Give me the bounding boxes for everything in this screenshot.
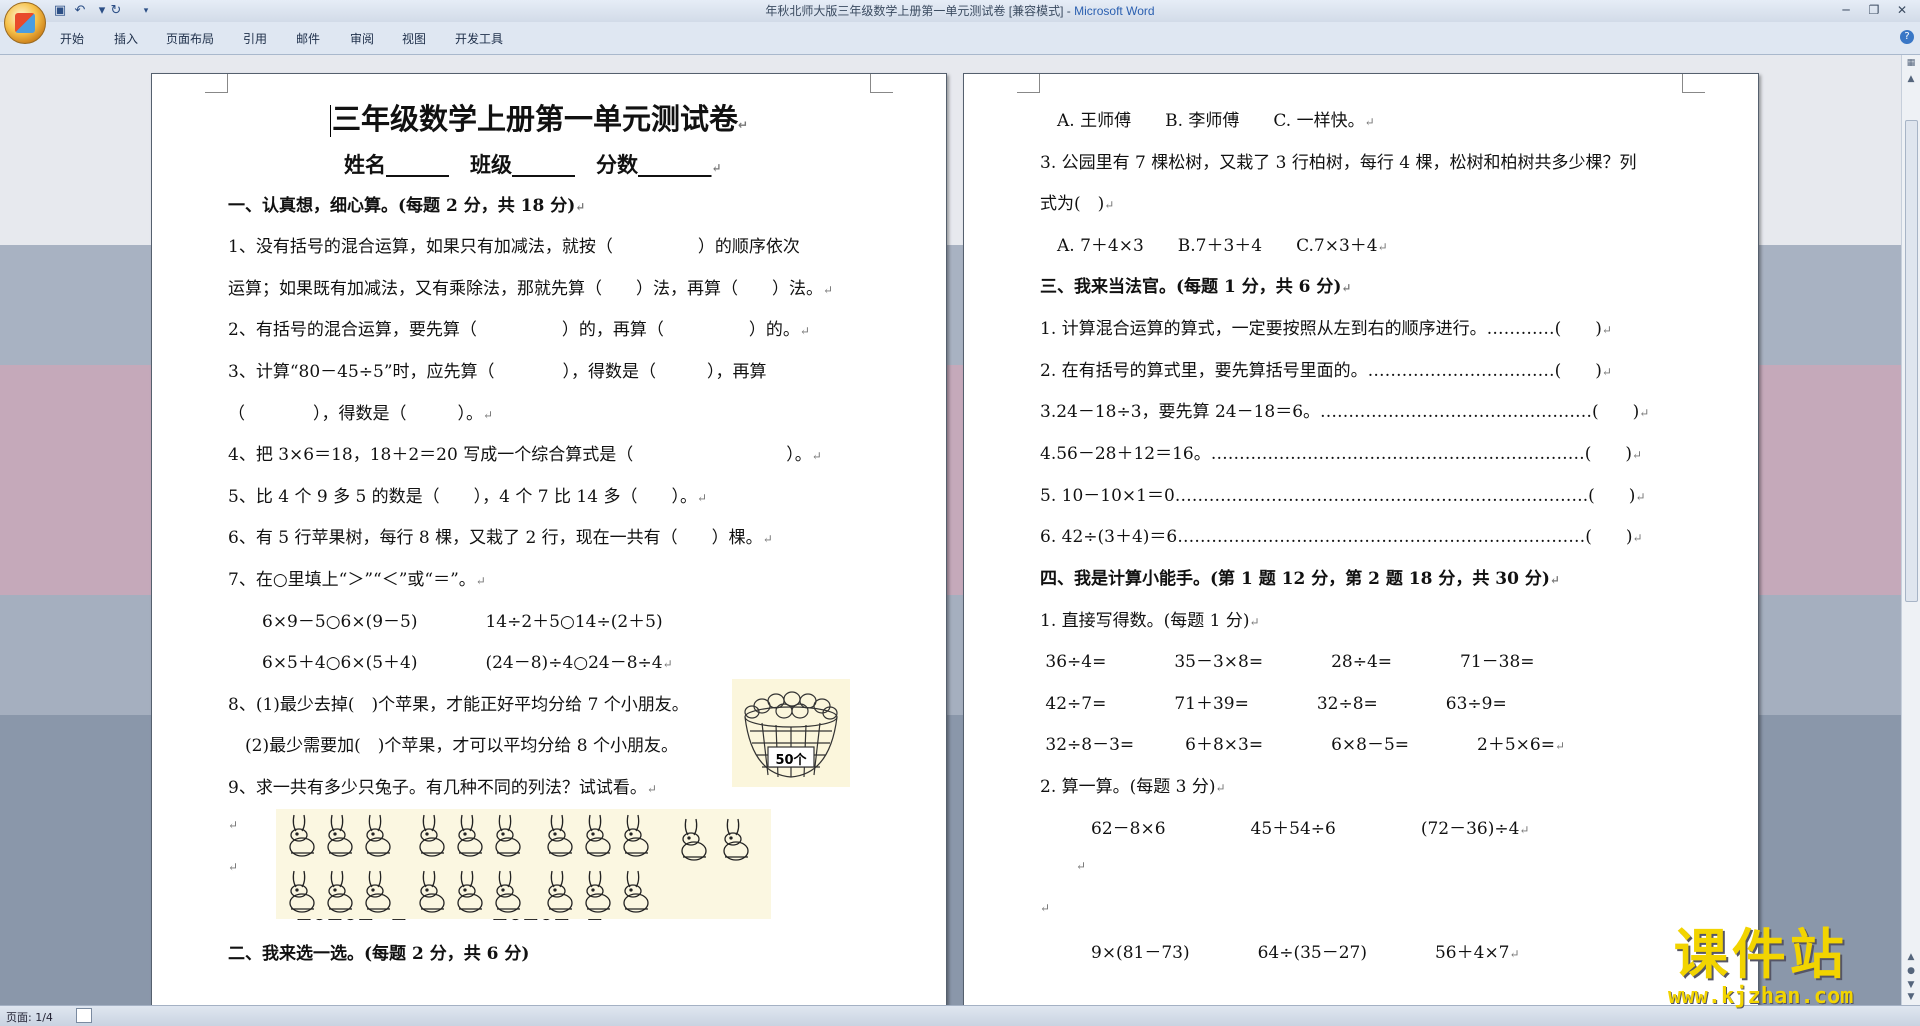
question-line: 式为( )↵ bbox=[1040, 194, 1115, 214]
document-title: 年秋北师大版三年级数学上册第一单元测试卷 [兼容模式] - bbox=[765, 4, 1075, 18]
rabbits-image bbox=[276, 809, 771, 919]
tab-view[interactable]: 视图 bbox=[402, 30, 426, 47]
judge-item: 1. 计算混合运算的算式，一定要按照从左到右的顺序进行。…………( )↵ bbox=[1040, 319, 1612, 339]
section-heading: 二、我来选一选。(每题 2 分，共 6 分) bbox=[228, 944, 530, 964]
question-line: 8、(1)最少去掉( )个苹果，才能正好平均分给 7 个小朋友。 bbox=[228, 695, 689, 715]
document-title-heading: 三年级数学上册第一单元测试卷↵ bbox=[330, 102, 749, 137]
judge-item: 2. 在有括号的算式里，要先算括号里面的。……………………………( )↵ bbox=[1040, 361, 1612, 381]
scroll-up-icon[interactable]: ▲ bbox=[1904, 73, 1918, 85]
judge-item: 6. 42÷(3＋4)＝6………………………………………………………………( )… bbox=[1040, 527, 1643, 547]
calc-row: 62－8×6 45＋54÷6 (72－36)÷4↵ bbox=[1040, 819, 1530, 839]
question-line: 5、比 4 个 9 多 5 的数是（ ），4 个 7 比 14 多（ ）。↵ bbox=[228, 487, 708, 507]
basket-icon bbox=[744, 691, 838, 778]
margin-marker bbox=[1682, 74, 1705, 93]
calc-row: 32÷8－3= 6＋8×3= 6×8－5= 2＋5×6=↵ bbox=[1040, 735, 1566, 755]
calc-row: 42÷7= 71＋39= 32÷8= 63÷9= bbox=[1040, 694, 1507, 714]
office-logo-icon bbox=[15, 13, 35, 33]
basket-label: 50个 bbox=[775, 753, 807, 768]
question-line: 2. 算一算。(每题 3 分)↵ bbox=[1040, 777, 1226, 797]
tab-mailings[interactable]: 邮件 bbox=[296, 30, 320, 47]
app-name: Microsoft Word bbox=[1074, 4, 1155, 18]
watermark-text: 课件站 bbox=[1673, 923, 1848, 986]
question-line: 9、求一共有多少只兔子。有几种不同的列法？试试看。↵ bbox=[228, 778, 657, 798]
student-info-line: 姓名______ 班级______ 分数_______↵ bbox=[344, 152, 722, 177]
right-page[interactable]: A. 王师傅 B. 李师傅 C. 一样快。↵ 3. 公园里有 7 棵松树，又栽了… bbox=[963, 73, 1759, 1015]
question-line: 6、有 5 行苹果树，每行 8 棵，又栽了 2 行，现在一共有（ ）棵。↵ bbox=[228, 528, 773, 548]
next-page-icon[interactable]: ▼ bbox=[1904, 979, 1918, 991]
apple-basket-image: 50个 bbox=[732, 679, 850, 787]
question-line: 2、有括号的混合运算，要先算（ ）的，再算（ ）的。↵ bbox=[228, 320, 810, 340]
judge-item: 4.56－28＋12＝16。…………………………………………………………( )↵ bbox=[1040, 444, 1643, 464]
window-title: 年秋北师大版三年级数学上册第一单元测试卷 [兼容模式] - Microsoft … bbox=[0, 2, 1920, 19]
office-button[interactable] bbox=[4, 2, 46, 44]
judge-item: 5. 10－10×1＝0……………………………………………………………….( )… bbox=[1040, 486, 1646, 506]
previous-page-icon[interactable]: ▲ bbox=[1904, 951, 1918, 963]
tab-insert[interactable]: 插入 bbox=[114, 30, 138, 47]
section-heading: 一、认真想，细心算。(每题 2 分，共 18 分)↵ bbox=[228, 196, 586, 216]
margin-marker bbox=[205, 74, 228, 93]
tab-home[interactable]: 开始 bbox=[60, 30, 84, 47]
empty-paragraph: ↵ bbox=[1040, 901, 1051, 915]
proofing-icon[interactable] bbox=[76, 1008, 92, 1023]
question-line: (2)最少需要加( )个苹果，才可以平均分给 8 个小朋友。 bbox=[228, 736, 678, 756]
ruler-toggle-icon[interactable]: ▦ bbox=[1904, 57, 1918, 69]
margin-marker bbox=[870, 74, 893, 93]
rabbits-icon bbox=[289, 814, 749, 913]
comparison-row: 6×9－5○6×(9－5) 14÷2＋5○14÷(2＋5) bbox=[228, 612, 663, 632]
question-line: 1、没有括号的混合运算，如果只有加减法，就按（ ）的顺序依次 bbox=[228, 237, 800, 257]
status-bar: 页面: 1/4 bbox=[0, 1005, 1920, 1026]
site-watermark: 课件站 www.kjzhan.com bbox=[1668, 923, 1854, 1010]
calc-row: 36÷4= 35－3×8= 28÷4= 71－38= bbox=[1040, 652, 1535, 672]
ribbon-tabs: 开始 插入 页面布局 引用 邮件 审阅 视图 开发工具 ? bbox=[0, 22, 1920, 55]
section-heading: 四、我是计算小能手。(第 1 题 12 分，第 2 题 18 分，共 30 分)… bbox=[1040, 569, 1560, 589]
tab-review[interactable]: 审阅 bbox=[350, 30, 374, 47]
margin-marker bbox=[1017, 74, 1040, 93]
close-icon[interactable]: ✕ bbox=[1888, 0, 1916, 20]
help-icon[interactable]: ? bbox=[1900, 30, 1914, 44]
question-line: 4、把 3×6＝18，18＋2＝20 写成一个综合算式是（ ）。↵ bbox=[228, 445, 822, 465]
section-heading: 三、我来当法官。(每题 1 分，共 6 分)↵ bbox=[1040, 277, 1352, 297]
select-browse-object-icon[interactable]: ● bbox=[1904, 965, 1918, 977]
question-line: 1. 直接写得数。(每题 1 分)↵ bbox=[1040, 611, 1260, 631]
question-line: 7、在○里填上“＞”“＜”或“＝”。↵ bbox=[228, 570, 486, 590]
watermark-url: www.kjzhan.com bbox=[1668, 984, 1854, 1009]
tab-references[interactable]: 引用 bbox=[243, 30, 267, 47]
empty-paragraph: ↵ bbox=[228, 818, 239, 832]
left-page[interactable]: 三年级数学上册第一单元测试卷↵ 姓名______ 班级______ 分数____… bbox=[151, 73, 947, 1015]
text-cursor bbox=[330, 105, 331, 137]
scroll-down-icon[interactable]: ▼ bbox=[1904, 991, 1918, 1003]
scrollbar-thumb[interactable] bbox=[1905, 120, 1918, 602]
question-line: 3. 公园里有 7 棵松树，又栽了 3 行柏树，每行 4 棵，松树和柏树共多少棵… bbox=[1040, 153, 1637, 173]
minimize-icon[interactable]: ─ bbox=[1832, 0, 1860, 20]
tab-page-layout[interactable]: 页面布局 bbox=[166, 30, 214, 47]
comparison-row: 6×5＋4○6×(5＋4) (24－8)÷4○24－8÷4↵ bbox=[228, 653, 673, 673]
question-line: 运算；如果既有加减法，又有乘除法，那就先算（ ）法，再算（ ）法。↵ bbox=[228, 279, 834, 299]
choice-line: A. 7＋4×3 B.7＋3＋4 C.7×3＋4↵ bbox=[1040, 236, 1388, 256]
choice-line: A. 王师傅 B. 李师傅 C. 一样快。↵ bbox=[1040, 111, 1375, 131]
question-line: （ ），得数是（ ）。↵ bbox=[228, 404, 494, 424]
title-bar: ▣ ↶ ▾ ↻ ▾ 年秋北师大版三年级数学上册第一单元测试卷 [兼容模式] - … bbox=[0, 0, 1920, 23]
judge-item: 3.24－18÷3，要先算 24－18＝6。…………………………………………( … bbox=[1040, 402, 1650, 422]
tab-developer[interactable]: 开发工具 bbox=[455, 30, 503, 47]
restore-icon[interactable]: ❐ bbox=[1860, 0, 1888, 20]
page-indicator[interactable]: 页面: 1/4 bbox=[6, 1009, 53, 1025]
vertical-scrollbar[interactable]: ▦ ▲ ▲ ● ▼ ▼ bbox=[1901, 55, 1920, 1005]
question-line: 3、计算“80－45÷5”时，应先算（ ），得数是（ ），再算 bbox=[228, 362, 767, 382]
calc-row: 9×(81－73) 64÷(35－27) 56＋4×7↵ bbox=[1040, 943, 1520, 963]
empty-paragraph: ↵ bbox=[1040, 859, 1087, 873]
empty-paragraph: ↵ bbox=[228, 860, 239, 874]
